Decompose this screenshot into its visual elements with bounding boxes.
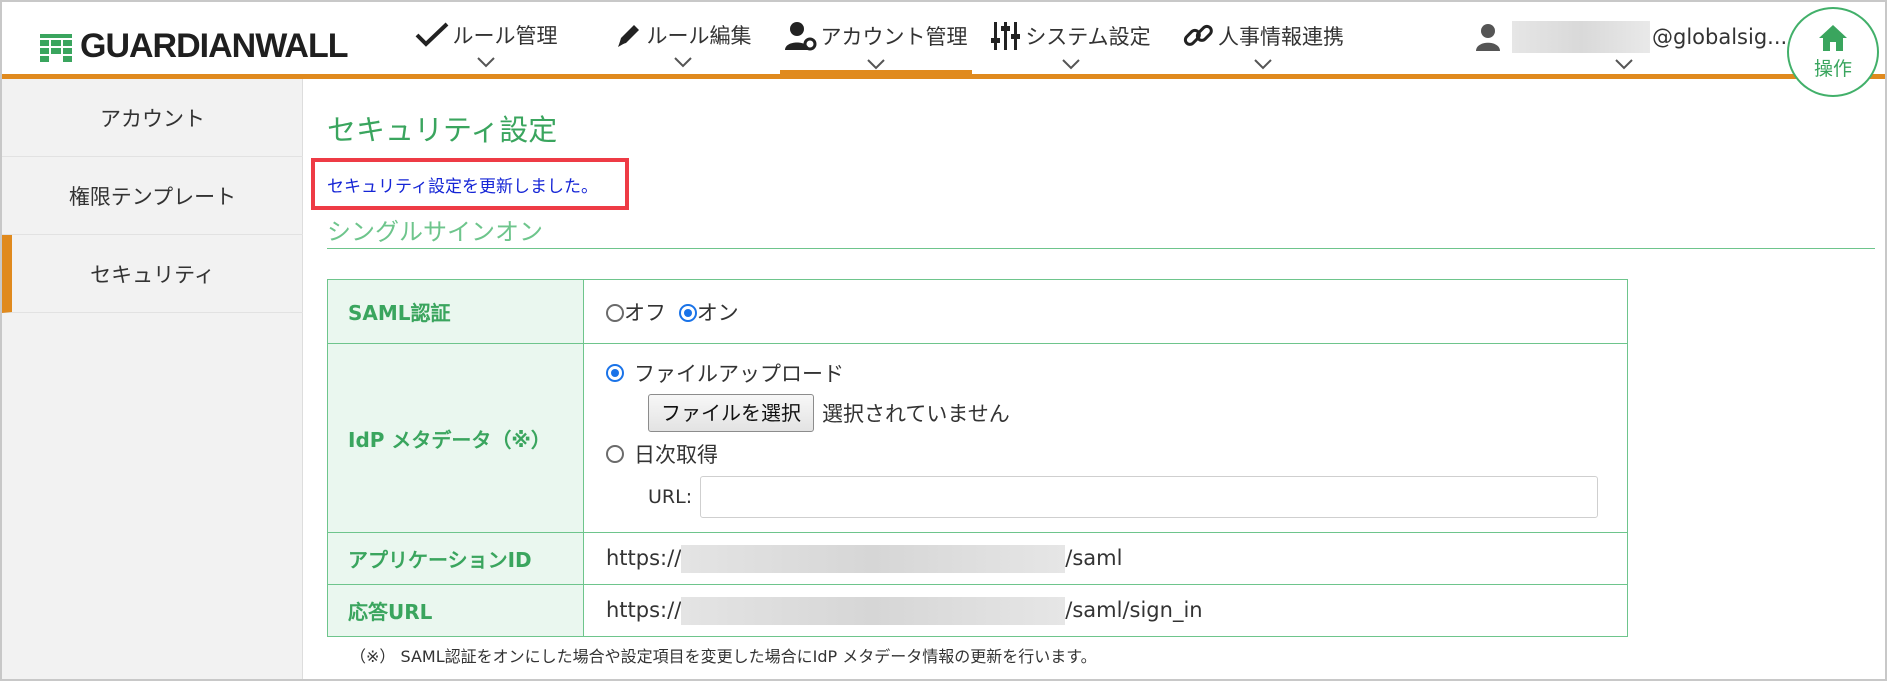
- table-row-saml: SAML認証 オフ オン: [327, 279, 1628, 344]
- nav-label: ルール編集: [646, 24, 752, 48]
- sidebar-item-account[interactable]: アカウント: [2, 79, 303, 157]
- sidebar-item-label: 権限テンプレート: [68, 184, 237, 209]
- logo[interactable]: GUARDIANWALL: [38, 26, 349, 66]
- saml-on-radio[interactable]: [678, 303, 697, 322]
- app-id-suffix: /saml: [1065, 545, 1123, 570]
- nav-rule-edit[interactable]: ルール編集: [592, 2, 774, 74]
- check-icon: [415, 22, 448, 47]
- nav-account-management[interactable]: アカウント管理: [780, 2, 972, 79]
- saml-toggle-cell: オフ オン: [583, 279, 1628, 344]
- nav-active-indicator: [780, 70, 972, 79]
- saml-on-label[interactable]: オン: [697, 301, 739, 325]
- saml-label: SAML認証: [327, 279, 584, 344]
- section-divider: [327, 248, 1875, 249]
- response-url-host-redacted: [681, 596, 1066, 625]
- chevron-down-icon: [477, 57, 495, 68]
- table-row-idp-metadata: IdP メタデータ（※） ファイルアップロード ファイルを選択 選択されていませ…: [327, 343, 1628, 533]
- sidebar-item-permission-template[interactable]: 権限テンプレート: [2, 157, 303, 235]
- chevron-down-icon[interactable]: [1614, 58, 1634, 70]
- nav-label: システム設定: [1025, 25, 1151, 49]
- sidebar-item-security[interactable]: セキュリティ: [2, 235, 303, 313]
- app-id-host-redacted: [681, 544, 1066, 573]
- app-id-prefix: https://: [606, 545, 682, 570]
- home-icon: [1819, 24, 1847, 51]
- section-title-sso: シングルサインオン: [327, 218, 543, 246]
- response-url-label: 応答URL: [327, 584, 584, 637]
- response-url-suffix: /saml/sign_in: [1065, 597, 1203, 622]
- sso-settings-table: SAML認証 オフ オン IdP メタデータ（※） ファイルアップロード ファイ…: [327, 279, 1628, 637]
- saml-off-radio[interactable]: [606, 303, 624, 322]
- user-gear-icon: [784, 22, 816, 51]
- saml-off-label[interactable]: オフ: [624, 301, 666, 325]
- link-icon: [1183, 24, 1213, 46]
- chevron-down-icon: [1254, 59, 1272, 70]
- chevron-down-icon: [674, 57, 692, 68]
- idp-metadata-label: IdP メタデータ（※）: [327, 343, 584, 533]
- app-id-cell: https:// /saml: [583, 532, 1628, 585]
- file-select-button[interactable]: ファイルを選択: [648, 394, 814, 432]
- sidebar: アカウント 権限テンプレート セキュリティ: [2, 79, 303, 679]
- idp-upload-label[interactable]: ファイルアップロード: [634, 358, 844, 388]
- user-name-redacted: [1512, 21, 1650, 53]
- logo-text: GUARDIANWALL: [80, 26, 349, 65]
- file-status-text: 選択されていません: [822, 402, 1010, 426]
- page-title: セキュリティ設定: [327, 113, 558, 147]
- user-email: @globalsig...: [1652, 25, 1788, 49]
- nav-rule-management[interactable]: ルール管理: [395, 2, 577, 74]
- idp-metadata-cell: ファイルアップロード ファイルを選択 選択されていません 日次取得 URL:: [583, 343, 1628, 533]
- url-label: URL:: [648, 486, 693, 508]
- idp-daily-radio[interactable]: [606, 445, 624, 463]
- nav-label: ルール管理: [452, 24, 558, 48]
- idp-upload-radio[interactable]: [606, 364, 624, 382]
- response-url-cell: https:// /saml/sign_in: [583, 584, 1628, 637]
- logo-mark-icon: [40, 34, 72, 62]
- nav-label: 人事情報連携: [1218, 25, 1344, 49]
- app-window: GUARDIANWALL ルール管理 ルール編集 アカウント管理 システム設定 …: [0, 0, 1887, 681]
- table-row-response-url: 応答URL https:// /saml/sign_in: [327, 584, 1628, 637]
- success-notice-text: セキュリティ設定を更新しました。: [327, 176, 598, 197]
- sidebar-item-label: アカウント: [100, 106, 205, 131]
- user-icon: [1476, 24, 1500, 51]
- nav-hr-integration[interactable]: 人事情報連携: [1168, 2, 1358, 74]
- operations-button[interactable]: 操作: [1787, 7, 1879, 97]
- idp-daily-label[interactable]: 日次取得: [634, 439, 718, 469]
- nav-system-settings[interactable]: システム設定: [976, 2, 1166, 74]
- table-row-app-id: アプリケーションID https:// /saml: [327, 532, 1628, 585]
- chevron-down-icon: [867, 59, 885, 70]
- sliders-icon: [991, 22, 1021, 50]
- success-notice: セキュリティ設定を更新しました。: [311, 158, 629, 210]
- footnote: （※） SAML認証をオンにした場合や設定項目を変更した場合にIdP メタデータ…: [350, 647, 1097, 666]
- chevron-down-icon: [1062, 59, 1080, 70]
- app-id-label: アプリケーションID: [327, 532, 584, 585]
- operations-label: 操作: [1813, 57, 1852, 80]
- top-header: GUARDIANWALL ルール管理 ルール編集 アカウント管理 システム設定 …: [2, 2, 1885, 79]
- response-url-prefix: https://: [606, 597, 682, 622]
- nav-label: アカウント管理: [820, 25, 968, 49]
- pencil-icon: [617, 25, 639, 47]
- user-menu[interactable]: @globalsig...: [1476, 20, 1787, 54]
- sidebar-item-label: セキュリティ: [90, 262, 215, 287]
- url-input[interactable]: [700, 476, 1599, 518]
